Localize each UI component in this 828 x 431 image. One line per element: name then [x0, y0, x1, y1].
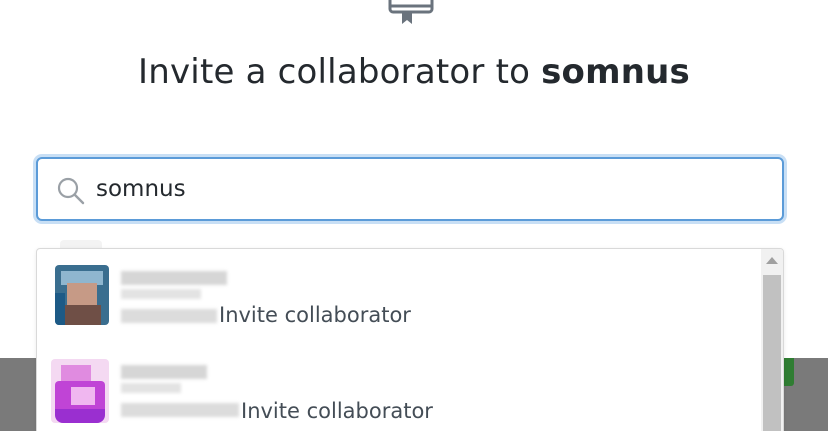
- search-input[interactable]: [96, 169, 756, 209]
- dialog-title-prefix: Invite a collaborator to: [138, 52, 542, 92]
- redacted-name: [121, 271, 227, 285]
- redacted-login: [121, 403, 239, 417]
- result-item[interactable]: Invite collaborator: [37, 345, 759, 431]
- scroll-up-arrow-icon[interactable]: [766, 257, 778, 264]
- invite-collaborator-label: Invite collaborator: [219, 303, 411, 327]
- redacted-name: [121, 289, 201, 299]
- redacted-name: [121, 383, 181, 393]
- repo-invite-icon: [388, 0, 434, 24]
- result-item[interactable]: Invite collaborator: [37, 249, 759, 339]
- avatar: [51, 359, 109, 423]
- results-scrollbar[interactable]: [761, 249, 783, 431]
- avatar: [55, 265, 109, 325]
- search-field[interactable]: [36, 157, 784, 221]
- redacted-name: [121, 365, 207, 379]
- invite-collaborator-dialog: Invite a collaborator to somnus Invite c…: [0, 0, 828, 431]
- invite-collaborator-label: Invite collaborator: [241, 399, 433, 423]
- scroll-thumb[interactable]: [763, 275, 781, 431]
- redacted-login: [121, 309, 217, 323]
- search-results-list: Invite collaborator Invite collaborator: [36, 248, 784, 431]
- dialog-title: Invite a collaborator to somnus: [0, 52, 828, 92]
- search-icon: [57, 177, 85, 205]
- repo-name: somnus: [541, 52, 690, 92]
